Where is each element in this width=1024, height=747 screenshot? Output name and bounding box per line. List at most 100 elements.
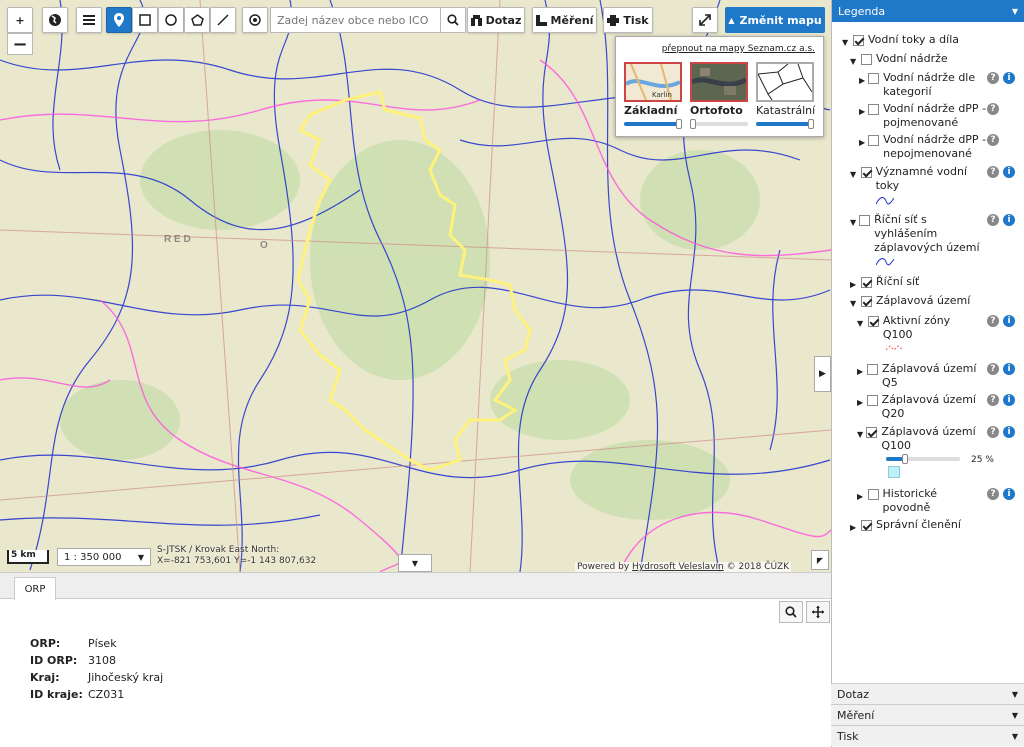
- polygon-select-icon[interactable]: [184, 7, 210, 33]
- expand-icon[interactable]: ▶: [857, 396, 864, 407]
- layer-checkbox[interactable]: [861, 277, 872, 288]
- accordion-query[interactable]: Dotaz ▼: [831, 683, 1024, 704]
- expand-icon[interactable]: ▶: [859, 136, 865, 147]
- expand-icon[interactable]: ▼: [842, 36, 850, 47]
- expand-bottom-button[interactable]: ▼: [398, 554, 432, 572]
- layer-checkbox[interactable]: [867, 489, 879, 500]
- move-icon[interactable]: [806, 601, 830, 623]
- powered-link[interactable]: Hydrosoft Veleslavín: [632, 562, 724, 572]
- layer-checkbox[interactable]: [868, 104, 880, 115]
- rectangle-select-icon[interactable]: [132, 7, 158, 33]
- legend-item[interactable]: ▶ Historické povodně: [857, 487, 982, 515]
- info-icon[interactable]: i: [1003, 488, 1015, 500]
- layer-checkbox[interactable]: [866, 427, 878, 438]
- tab-orp[interactable]: ORP: [14, 577, 56, 600]
- ortho-map-thumb[interactable]: [690, 62, 748, 102]
- legend-header[interactable]: Legenda ▼: [832, 0, 1024, 22]
- fullscreen-icon[interactable]: [692, 7, 718, 33]
- expand-icon[interactable]: ▶: [857, 490, 865, 501]
- help-icon[interactable]: ?: [987, 134, 999, 146]
- info-icon[interactable]: i: [1003, 426, 1015, 438]
- expand-icon[interactable]: ▼: [850, 216, 856, 227]
- overview-toggle-icon[interactable]: ◤: [811, 550, 829, 570]
- layer-checkbox[interactable]: [860, 167, 872, 178]
- help-icon[interactable]: ?: [987, 363, 999, 375]
- help-icon[interactable]: ?: [987, 214, 999, 226]
- expand-icon[interactable]: ▼: [850, 297, 858, 308]
- query-button[interactable]: Dotaz: [467, 7, 525, 33]
- legend-item[interactable]: ▼ Aktivní zóny Q100: [857, 314, 982, 342]
- help-icon[interactable]: ?: [987, 394, 999, 406]
- layer-checkbox[interactable]: [861, 296, 872, 307]
- layer-checkbox[interactable]: [861, 520, 872, 531]
- ortho-opacity-slider[interactable]: [690, 119, 748, 129]
- legend-item[interactable]: ▼ Vodní nádrže: [850, 52, 948, 66]
- expand-icon[interactable]: ▼: [857, 317, 865, 328]
- help-icon[interactable]: ?: [987, 426, 999, 438]
- layer-checkbox[interactable]: [868, 73, 880, 84]
- expand-icon[interactable]: ▶: [850, 278, 858, 289]
- layer-checkbox[interactable]: [861, 54, 872, 65]
- info-icon[interactable]: i: [1003, 394, 1015, 406]
- zoom-out-button[interactable]: −: [7, 33, 33, 55]
- search-icon[interactable]: [440, 7, 466, 33]
- map-canvas[interactable]: R E D O + Zadej název obce nebo ICO Dota…: [0, 0, 831, 572]
- cadastral-map-thumb[interactable]: [756, 62, 814, 102]
- q100-opacity-slider[interactable]: [886, 454, 960, 464]
- change-map-button[interactable]: ▲ Změnit mapu: [725, 7, 825, 33]
- expand-icon[interactable]: ▶: [859, 74, 865, 85]
- expand-icon[interactable]: ▶: [857, 365, 864, 376]
- cadastral-opacity-slider[interactable]: [756, 119, 814, 129]
- expand-icon[interactable]: ▶: [850, 521, 858, 532]
- layer-checkbox[interactable]: [867, 316, 879, 327]
- expand-icon[interactable]: ▼: [850, 168, 858, 179]
- info-icon[interactable]: i: [1003, 214, 1015, 226]
- expand-icon[interactable]: ▼: [850, 55, 858, 66]
- seznam-link[interactable]: přepnout na mapy Seznam.cz a.s.: [662, 44, 815, 54]
- layer-checkbox[interactable]: [859, 215, 871, 226]
- legend-item[interactable]: ▶ Záplavová území Q5: [857, 362, 982, 390]
- measure-button[interactable]: Měření: [532, 7, 597, 33]
- scale-select[interactable]: 1 : 350 000 ▼: [57, 548, 151, 566]
- legend-item[interactable]: ▼ Vodní toky a díla: [842, 33, 959, 47]
- zoom-in-button[interactable]: +: [7, 7, 33, 33]
- help-icon[interactable]: ?: [987, 488, 999, 500]
- legend-item[interactable]: ▶ Záplavová území Q20: [857, 393, 982, 421]
- legend-item[interactable]: ▶ Správní členění: [850, 518, 961, 532]
- basic-opacity-slider[interactable]: [624, 119, 682, 129]
- legend-item[interactable]: ▼ Záplavová území Q100: [857, 425, 982, 453]
- legend-item[interactable]: ▶ Vodní nádrže dle kategorií: [859, 71, 989, 99]
- zoom-to-feature-icon[interactable]: [779, 601, 803, 623]
- line-select-icon[interactable]: [210, 7, 236, 33]
- info-icon[interactable]: i: [1003, 72, 1015, 84]
- accordion-measure[interactable]: Měření ▼: [831, 704, 1024, 725]
- layer-checkbox[interactable]: [853, 35, 864, 46]
- layer-checkbox[interactable]: [866, 395, 878, 406]
- expand-icon[interactable]: ▼: [857, 428, 863, 439]
- help-icon[interactable]: ?: [987, 103, 999, 115]
- print-button[interactable]: Tisk: [603, 7, 653, 33]
- help-icon[interactable]: ?: [987, 315, 999, 327]
- help-icon[interactable]: ?: [987, 166, 999, 178]
- legend-item[interactable]: ▼ Záplavová území: [850, 294, 970, 308]
- legend-item[interactable]: ▼ Významné vodní toky: [850, 165, 988, 193]
- info-icon[interactable]: i: [1003, 363, 1015, 375]
- globe-icon[interactable]: [42, 7, 68, 33]
- search-input[interactable]: [270, 7, 440, 33]
- info-icon[interactable]: i: [1003, 166, 1015, 178]
- expand-icon[interactable]: ▶: [859, 105, 865, 116]
- side-panel-toggle[interactable]: ▶: [814, 356, 831, 392]
- basic-map-thumb[interactable]: Karlín: [624, 62, 682, 102]
- accordion-print[interactable]: Tisk ▼: [831, 725, 1024, 746]
- help-icon[interactable]: ?: [987, 72, 999, 84]
- layer-checkbox[interactable]: [868, 135, 880, 146]
- circle-select-icon[interactable]: [158, 7, 184, 33]
- legend-item[interactable]: ▶ Vodní nádrže dPP - nepojmenované: [859, 133, 989, 161]
- info-icon[interactable]: i: [1003, 315, 1015, 327]
- location-icon[interactable]: [242, 7, 268, 33]
- legend-item[interactable]: ▼ Říční síť s vyhlášením záplavových úze…: [850, 213, 988, 255]
- legend-item[interactable]: ▶ Vodní nádrže dPP - pojmenované: [859, 102, 989, 130]
- layer-checkbox[interactable]: [867, 364, 879, 375]
- point-select-icon[interactable]: [106, 7, 132, 33]
- menu-icon[interactable]: [76, 7, 102, 33]
